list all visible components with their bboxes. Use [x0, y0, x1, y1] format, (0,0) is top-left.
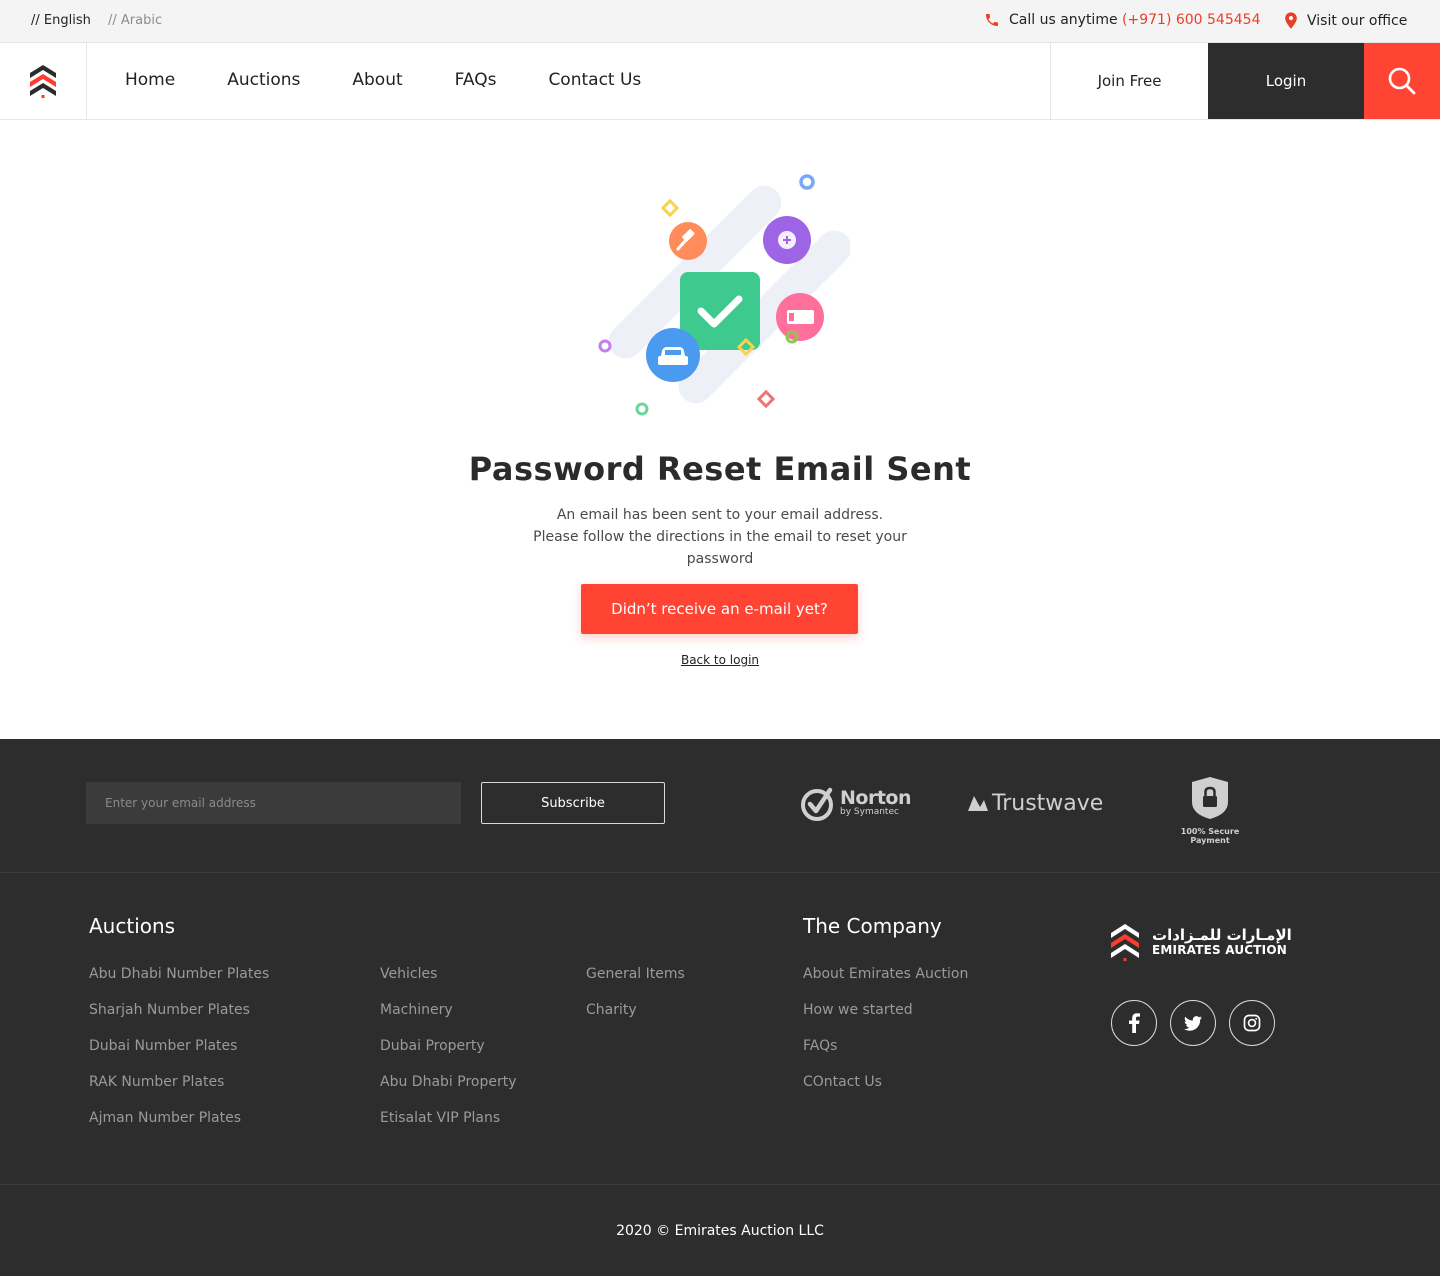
newsletter-section: Subscribe Norton by Symantec Trustwave 1… [0, 739, 1440, 873]
message-line-2: Please follow the directions in the emai… [533, 529, 907, 567]
footer-link[interactable]: COntact Us [803, 1072, 968, 1108]
main-header: Home Auctions About FAQs Contact Us Join… [0, 43, 1440, 120]
shield-lock-icon [1192, 777, 1228, 819]
language-arabic-link[interactable]: // Arabic [108, 13, 162, 28]
twitter-icon [1184, 1015, 1202, 1031]
subscribe-button[interactable]: Subscribe [481, 782, 665, 824]
footer-link[interactable]: General Items [586, 964, 685, 1000]
resend-email-button[interactable]: Didn’t receive an e-mail yet? [581, 584, 858, 634]
emirates-auction-logo-icon [1111, 924, 1139, 961]
map-pin-icon [1285, 12, 1297, 29]
back-to-login-link[interactable]: Back to login [681, 653, 759, 667]
instagram-button[interactable] [1229, 1000, 1275, 1046]
brand-english-name: EMIRATES AUCTION [1152, 943, 1287, 957]
email-sent-illustration [598, 174, 850, 416]
nav-contact-us[interactable]: Contact Us [548, 70, 641, 90]
secure-payment-badge: 100% Secure Payment [1160, 776, 1260, 845]
copyright-text: 2020 © Emirates Auction LLC [616, 1223, 824, 1239]
language-english-link[interactable]: // English [31, 13, 91, 28]
social-links [1111, 1000, 1275, 1046]
nav-faqs[interactable]: FAQs [455, 70, 497, 90]
facebook-icon [1129, 1013, 1140, 1033]
footer-link[interactable]: Etisalat VIP Plans [380, 1108, 517, 1144]
footer-link[interactable]: Machinery [380, 1000, 517, 1036]
footer-link[interactable]: Abu Dhabi Property [380, 1072, 517, 1108]
norton-badge: Norton by Symantec [800, 784, 912, 822]
footer-brand-logo[interactable]: الإمـارات للمـزادات EMIRATES AUCTION [1110, 922, 1292, 962]
newsletter-email-input[interactable] [86, 782, 461, 824]
message-line-1: An email has been sent to your email add… [556, 507, 884, 523]
login-button[interactable]: Login [1208, 43, 1364, 119]
footer-link[interactable]: About Emirates Auction [803, 964, 968, 1000]
gavel-bubble-icon [669, 222, 707, 260]
plate-bubble-icon [776, 293, 824, 341]
phone-icon [986, 14, 998, 26]
office-label: Visit our office [1307, 12, 1408, 29]
footer-link[interactable]: RAK Number Plates [89, 1072, 269, 1108]
footer-link[interactable]: Ajman Number Plates [89, 1108, 269, 1144]
auctions-links-col-1: Abu Dhabi Number Plates Sharjah Number P… [89, 964, 269, 1144]
instagram-icon [1243, 1014, 1261, 1032]
footer-link[interactable]: Abu Dhabi Number Plates [89, 964, 269, 1000]
norton-label: Norton [840, 787, 912, 809]
secure-payment-label: 100% Secure Payment [1180, 827, 1240, 845]
footer-link[interactable]: How we started [803, 1000, 968, 1036]
join-free-button[interactable]: Join Free [1050, 43, 1208, 119]
norton-check-icon [801, 787, 833, 821]
page-title: Password Reset Email Sent [468, 450, 972, 488]
auctions-links-col-2: Vehicles Machinery Dubai Property Abu Dh… [380, 964, 517, 1144]
footer: Subscribe Norton by Symantec Trustwave 1… [0, 739, 1440, 1276]
search-button[interactable] [1364, 43, 1440, 119]
trustwave-label: Trustwave [992, 791, 1104, 816]
nav-about[interactable]: About [352, 70, 402, 90]
nav-auctions[interactable]: Auctions [227, 70, 300, 90]
company-links: About Emirates Auction How we started FA… [803, 964, 968, 1108]
call-label: Call us anytime [1009, 12, 1118, 28]
twitter-button[interactable] [1170, 1000, 1216, 1046]
visit-office[interactable]: Visit our office [1284, 12, 1407, 29]
brand-arabic-name: الإمـارات للمـزادات [1152, 926, 1292, 944]
top-utility-bar: // English // Arabic Call us anytime (+9… [0, 0, 1440, 43]
footer-link[interactable]: FAQs [803, 1036, 968, 1072]
trustwave-logo-icon [968, 796, 988, 811]
copyright-bar: 2020 © Emirates Auction LLC [0, 1184, 1440, 1276]
footer-link[interactable]: Vehicles [380, 964, 517, 1000]
facebook-button[interactable] [1111, 1000, 1157, 1046]
footer-link[interactable]: Charity [586, 1000, 685, 1036]
car-bubble-icon [646, 328, 700, 382]
auctions-links-col-3: General Items Charity [586, 964, 685, 1036]
back-to-login: Back to login [0, 653, 1440, 667]
nav-home[interactable]: Home [125, 70, 175, 90]
search-icon [1388, 67, 1416, 95]
main-nav: Home Auctions About FAQs Contact Us [125, 70, 693, 90]
footer-link[interactable]: Dubai Number Plates [89, 1036, 269, 1072]
phone-number[interactable]: (+971) 600 545454 [1122, 12, 1260, 28]
call-us[interactable]: Call us anytime (+971) 600 545454 [984, 12, 1260, 28]
reset-message: An email has been sent to your email add… [520, 504, 920, 570]
footer-company-title: The Company [803, 914, 942, 938]
footer-auctions-title: Auctions [89, 914, 176, 938]
footer-link[interactable]: Sharjah Number Plates [89, 1000, 269, 1036]
trustwave-badge: Trustwave [968, 791, 1103, 816]
logo[interactable] [0, 43, 87, 119]
footer-link[interactable]: Dubai Property [380, 1036, 517, 1072]
emirates-auction-logo-icon [30, 65, 56, 98]
plus-bubble-icon [763, 216, 811, 264]
